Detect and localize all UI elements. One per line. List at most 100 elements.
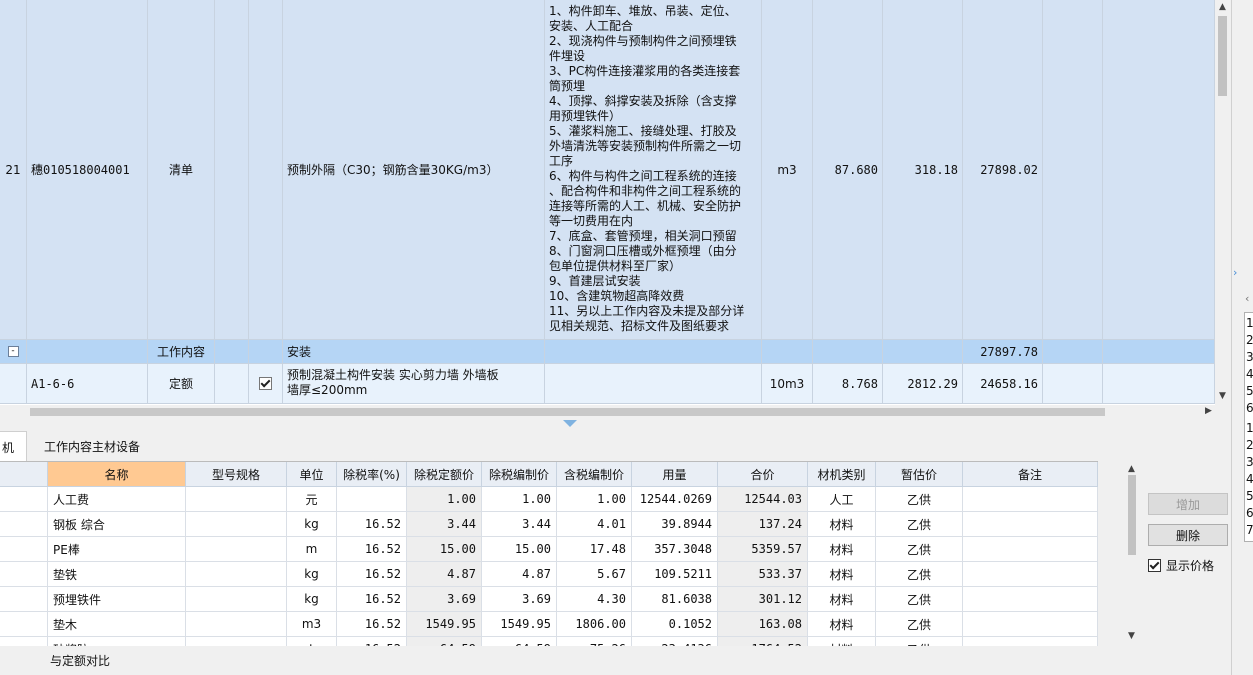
scroll-thumb[interactable] [1218, 16, 1227, 96]
material-cell[interactable]: 材料 [808, 562, 876, 587]
scroll-up-icon[interactable]: ▲ [1219, 2, 1226, 12]
material-cell[interactable]: kg [287, 562, 337, 587]
column-header[interactable]: 暂估价 [876, 462, 963, 487]
tab-machine[interactable]: 机 [0, 431, 27, 462]
material-cell[interactable]: 乙供 [876, 487, 963, 512]
splitter-caret-icon[interactable] [563, 420, 577, 427]
material-cell[interactable]: 16.52 [337, 587, 407, 612]
material-cell[interactable]: 16.52 [337, 562, 407, 587]
material-cell[interactable]: 元 [287, 487, 337, 512]
row-selector[interactable] [0, 512, 48, 537]
item-description[interactable]: 1、构件卸车、堆放、吊装、定位、 安装、人工配合 2、现浇构件与预制构件之间预埋铁件… [545, 0, 762, 340]
scroll-thumb[interactable] [30, 408, 1105, 416]
add-button[interactable]: 增加 [1148, 493, 1228, 515]
material-cell[interactable]: 材料 [808, 537, 876, 562]
material-cell[interactable]: 4.87 [482, 562, 557, 587]
quota-type[interactable]: 定额 [148, 364, 215, 404]
column-header[interactable]: 含税编制价 [557, 462, 632, 487]
material-cell[interactable]: 12544.0269 [632, 487, 718, 512]
item-quantity[interactable]: 87.680 [813, 0, 883, 340]
checkbox-checked-icon[interactable] [1148, 559, 1161, 572]
material-cell[interactable]: 人工 [808, 487, 876, 512]
item-code[interactable]: 穗010518004001 [27, 0, 148, 340]
material-cell[interactable]: 3.44 [407, 512, 482, 537]
material-cell[interactable]: 1806.00 [557, 612, 632, 637]
material-cell[interactable]: 109.5211 [632, 562, 718, 587]
quota-quantity[interactable]: 8.768 [813, 364, 883, 404]
material-cell[interactable]: 17.48 [557, 537, 632, 562]
material-cell[interactable]: 预埋铁件 [48, 587, 186, 612]
material-cell[interactable] [186, 512, 287, 537]
material-cell[interactable] [963, 587, 1098, 612]
material-cell[interactable]: 材料 [808, 612, 876, 637]
quota-price[interactable]: 2812.29 [883, 364, 963, 404]
quota-checkbox[interactable] [249, 364, 283, 404]
checkbox-checked-icon[interactable] [259, 377, 272, 390]
material-cell[interactable] [186, 587, 287, 612]
item-name[interactable]: 预制外隔（C30；钢筋含量30KG/m3） [283, 0, 545, 340]
material-cell[interactable]: 16.52 [337, 512, 407, 537]
material-cell[interactable]: 1549.95 [482, 612, 557, 637]
item-unit[interactable]: m3 [762, 0, 813, 340]
row-selector[interactable] [0, 587, 48, 612]
material-cell[interactable]: 3.44 [482, 512, 557, 537]
material-cell[interactable]: 乙供 [876, 512, 963, 537]
material-cell[interactable]: 4.01 [557, 512, 632, 537]
work-name[interactable]: 安装 [283, 340, 545, 364]
scroll-down-icon[interactable]: ▼ [1219, 391, 1226, 401]
material-cell[interactable]: 乙供 [876, 612, 963, 637]
top-horizontal-scrollbar[interactable]: ▶ [0, 405, 1215, 419]
quota-name[interactable]: 预制混凝土构件安装 实心剪力墙 外墙板 墙厚≤200mm [283, 364, 545, 404]
material-cell[interactable]: 16.52 [337, 537, 407, 562]
material-cell[interactable]: 垫木 [48, 612, 186, 637]
column-header[interactable]: 单位 [287, 462, 337, 487]
scroll-right-icon[interactable]: ▶ [1205, 406, 1212, 416]
material-cell[interactable]: 钢板 综合 [48, 512, 186, 537]
material-cell[interactable]: 乙供 [876, 587, 963, 612]
material-cell[interactable]: 0.1052 [632, 612, 718, 637]
material-cell[interactable] [963, 562, 1098, 587]
material-cell[interactable]: 81.6038 [632, 587, 718, 612]
material-cell[interactable] [963, 512, 1098, 537]
material-cell[interactable] [186, 487, 287, 512]
column-header[interactable]: 材机类别 [808, 462, 876, 487]
material-cell[interactable]: kg [287, 587, 337, 612]
material-cell[interactable]: 乙供 [876, 562, 963, 587]
material-cell[interactable]: 材料 [808, 512, 876, 537]
material-cell[interactable]: 357.3048 [632, 537, 718, 562]
collapse-toggle[interactable]: - [0, 340, 27, 364]
row-selector[interactable] [0, 487, 48, 512]
material-cell[interactable] [963, 537, 1098, 562]
material-cell[interactable]: PE棒 [48, 537, 186, 562]
material-cell[interactable]: 39.8944 [632, 512, 718, 537]
column-header[interactable]: 名称 [48, 462, 186, 487]
bottom-vertical-scrollbar[interactable]: ▲ ▼ [1125, 461, 1139, 646]
delete-button[interactable]: 删除 [1148, 524, 1228, 546]
minus-icon[interactable]: - [7, 346, 19, 357]
material-cell[interactable]: 3.69 [407, 587, 482, 612]
material-cell[interactable]: 1.00 [407, 487, 482, 512]
column-header[interactable]: 除税定额价 [407, 462, 482, 487]
column-header[interactable]: 合价 [718, 462, 808, 487]
material-cell[interactable]: 材料 [808, 587, 876, 612]
work-type[interactable]: 工作内容 [148, 340, 215, 364]
row-selector[interactable] [0, 537, 48, 562]
material-cell[interactable]: 1549.95 [407, 612, 482, 637]
scroll-down-icon[interactable]: ▼ [1128, 631, 1135, 641]
material-cell[interactable]: 垫铁 [48, 562, 186, 587]
material-cell[interactable]: 5.67 [557, 562, 632, 587]
expand-arrow-icon[interactable]: › [1233, 266, 1237, 279]
panel-splitter[interactable] [0, 419, 1231, 431]
column-header[interactable]: 除税率(%) [337, 462, 407, 487]
material-cell[interactable]: 533.37 [718, 562, 808, 587]
material-cell[interactable]: 15.00 [482, 537, 557, 562]
material-cell[interactable]: m [287, 537, 337, 562]
material-cell[interactable] [337, 487, 407, 512]
column-header[interactable]: 型号规格 [186, 462, 287, 487]
tab-work-content-materials[interactable]: 工作内容主材设备 [44, 431, 140, 461]
material-cell[interactable]: 1.00 [482, 487, 557, 512]
item-type[interactable]: 清单 [148, 0, 215, 340]
material-cell[interactable] [186, 537, 287, 562]
row-selector[interactable] [0, 612, 48, 637]
collapse-arrow-icon[interactable]: ‹ [1245, 292, 1249, 305]
